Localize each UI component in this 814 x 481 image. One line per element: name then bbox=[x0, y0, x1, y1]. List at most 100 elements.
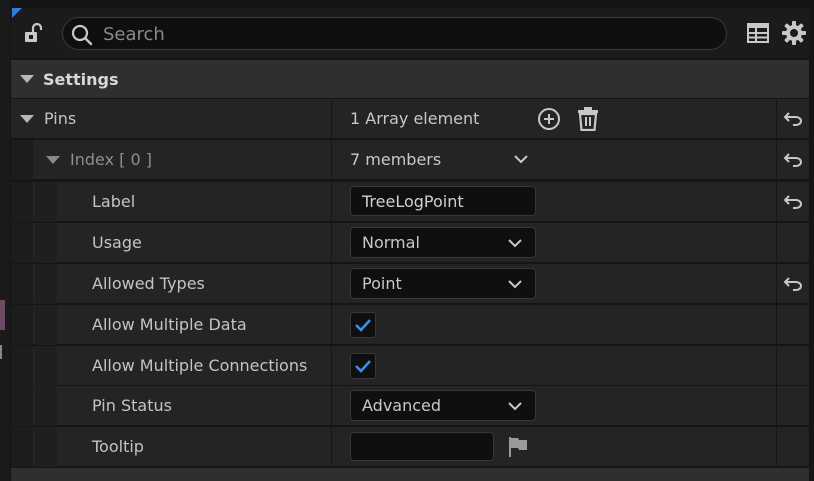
allow-multiple-data-name-cell: Allow Multiple Data bbox=[92, 305, 247, 344]
pins-reset-cell bbox=[776, 99, 809, 138]
allowed-types-selected: Point bbox=[362, 274, 402, 293]
left-panel-marker bbox=[0, 345, 5, 359]
allowed-types-value-cell: Point bbox=[331, 264, 776, 303]
expand-caret-icon[interactable] bbox=[20, 114, 34, 123]
search-icon bbox=[71, 24, 93, 46]
next-section-header-partial bbox=[11, 468, 809, 481]
allow-multiple-connections-value-cell bbox=[331, 346, 776, 385]
delete-icon[interactable] bbox=[577, 107, 599, 131]
collapse-caret-icon[interactable] bbox=[20, 75, 34, 83]
index-label: Index [ 0 ] bbox=[70, 150, 152, 169]
pins-row: Pins 1 Array element bbox=[11, 99, 809, 139]
indent-guide bbox=[35, 386, 57, 426]
allow-multiple-data-checkbox[interactable] bbox=[350, 312, 376, 338]
usage-dropdown[interactable]: Normal bbox=[350, 227, 536, 258]
expand-caret-icon[interactable] bbox=[46, 155, 60, 164]
indent-guide bbox=[11, 264, 33, 304]
label-value-cell bbox=[331, 182, 776, 221]
reset-icon[interactable] bbox=[783, 276, 803, 292]
tooltip-name-cell: Tooltip bbox=[92, 427, 144, 466]
index-value-cell[interactable]: 7 members bbox=[331, 140, 776, 179]
label-row: Label bbox=[11, 182, 809, 222]
pin-status-dropdown[interactable]: Advanced bbox=[350, 390, 536, 421]
allow-multiple-data-reset-cell bbox=[776, 305, 809, 344]
focus-corner-indicator bbox=[12, 8, 22, 18]
checkmark-icon bbox=[355, 360, 371, 373]
index-members: 7 members bbox=[350, 150, 442, 169]
indent-guide bbox=[11, 305, 33, 345]
indent-guide bbox=[35, 346, 57, 386]
pin-status-name-cell: Pin Status bbox=[92, 386, 172, 425]
lock-icon[interactable] bbox=[23, 22, 45, 44]
usage-selected: Normal bbox=[362, 233, 420, 252]
allow-multiple-connections-label: Allow Multiple Connections bbox=[92, 356, 308, 375]
allowed-types-label: Allowed Types bbox=[92, 274, 205, 293]
pin-status-value-cell: Advanced bbox=[331, 386, 776, 425]
settings-section-header[interactable]: Settings bbox=[11, 60, 809, 98]
search-bar[interactable] bbox=[62, 17, 727, 50]
usage-reset-cell bbox=[776, 223, 809, 262]
pins-value-cell: 1 Array element bbox=[331, 99, 776, 138]
allow-multiple-connections-row: Allow Multiple Connections bbox=[11, 346, 809, 386]
pin-status-label: Pin Status bbox=[92, 396, 172, 415]
reset-icon[interactable] bbox=[783, 194, 803, 210]
tooltip-label: Tooltip bbox=[92, 437, 144, 456]
chevron-down-icon bbox=[508, 279, 522, 288]
pins-name-cell[interactable]: Pins bbox=[20, 99, 76, 138]
usage-row: Usage Normal bbox=[11, 223, 809, 263]
indent-guide bbox=[11, 346, 33, 386]
chevron-down-icon bbox=[508, 401, 522, 410]
chevron-down-icon bbox=[508, 238, 522, 247]
gear-icon[interactable] bbox=[781, 20, 807, 46]
allow-multiple-data-value-cell bbox=[331, 305, 776, 344]
tooltip-value-cell bbox=[331, 427, 776, 466]
label-text-input[interactable] bbox=[350, 186, 536, 216]
usage-value-cell: Normal bbox=[331, 223, 776, 262]
allow-multiple-connections-checkbox[interactable] bbox=[350, 353, 376, 379]
allow-multiple-connections-reset-cell bbox=[776, 346, 809, 385]
indent-guide bbox=[35, 223, 57, 263]
tooltip-text-input[interactable] bbox=[350, 432, 494, 461]
pin-status-selected: Advanced bbox=[362, 396, 442, 415]
add-element-icon[interactable] bbox=[537, 107, 561, 131]
tooltip-reset-cell bbox=[776, 427, 809, 466]
label-reset-cell bbox=[776, 182, 809, 221]
indent-guide bbox=[35, 264, 57, 304]
left-panel-thumbnail bbox=[0, 300, 5, 330]
allowed-types-name-cell: Allowed Types bbox=[92, 264, 205, 303]
index-row: Index [ 0 ] 7 members bbox=[11, 140, 809, 180]
search-input[interactable] bbox=[103, 21, 703, 47]
details-panel: Settings Pins 1 Array element bbox=[11, 8, 809, 481]
chevron-down-icon[interactable] bbox=[513, 154, 529, 164]
indent-guide bbox=[11, 223, 33, 263]
reset-icon[interactable] bbox=[783, 111, 803, 127]
section-title: Settings bbox=[43, 69, 119, 89]
reset-icon[interactable] bbox=[783, 152, 803, 168]
usage-label: Usage bbox=[92, 233, 142, 252]
usage-name-cell: Usage bbox=[92, 223, 142, 262]
label-name-cell: Label bbox=[92, 182, 135, 221]
index-reset-cell bbox=[776, 140, 809, 179]
table-view-icon[interactable] bbox=[746, 21, 770, 45]
indent-guide bbox=[11, 427, 33, 467]
allow-multiple-data-row: Allow Multiple Data bbox=[11, 305, 809, 345]
index-name-cell[interactable]: Index [ 0 ] bbox=[46, 140, 152, 179]
indent-guide bbox=[11, 182, 33, 222]
pins-count: 1 Array element bbox=[350, 109, 480, 128]
left-panel-edge bbox=[0, 0, 10, 481]
tooltip-row: Tooltip bbox=[11, 427, 809, 467]
checkmark-icon bbox=[355, 319, 371, 332]
indent-guide bbox=[11, 386, 33, 426]
indent-guide bbox=[35, 427, 57, 467]
indent-guide bbox=[35, 182, 57, 222]
details-toolbar bbox=[11, 8, 809, 58]
indent-guide bbox=[11, 140, 33, 180]
allowed-types-row: Allowed Types Point bbox=[11, 264, 809, 304]
pin-status-reset-cell bbox=[776, 386, 809, 425]
localization-flag-icon[interactable] bbox=[507, 436, 529, 458]
allow-multiple-connections-name-cell: Allow Multiple Connections bbox=[92, 346, 307, 385]
allowed-types-reset-cell bbox=[776, 264, 809, 303]
allow-multiple-data-label: Allow Multiple Data bbox=[92, 315, 247, 334]
pin-status-row: Pin Status Advanced bbox=[11, 386, 809, 426]
allowed-types-dropdown[interactable]: Point bbox=[350, 268, 536, 299]
